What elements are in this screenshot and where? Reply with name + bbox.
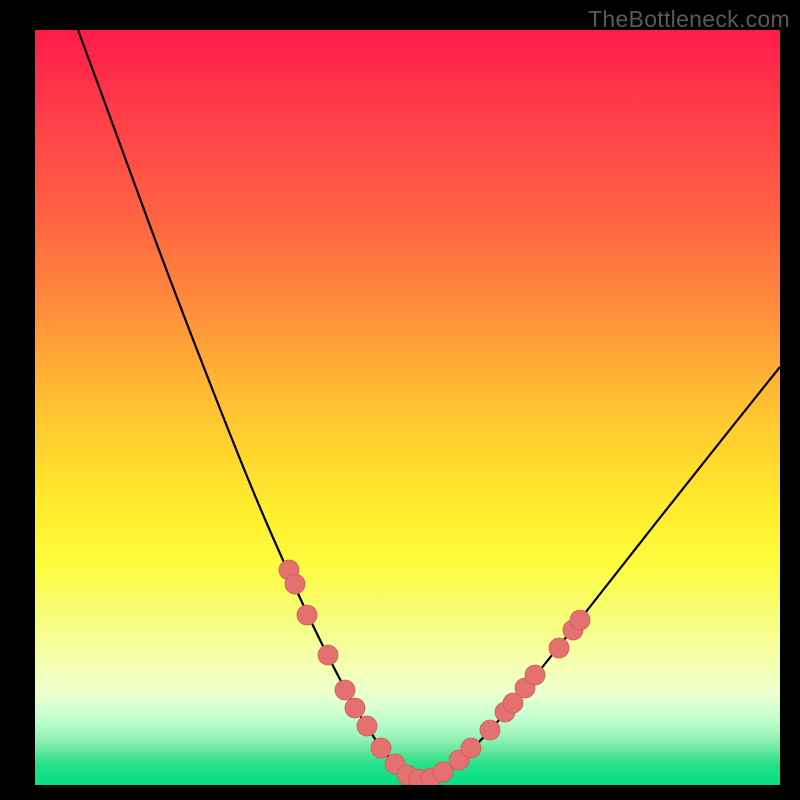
- data-marker: [285, 574, 305, 594]
- data-marker: [371, 738, 391, 758]
- right-curve: [417, 367, 780, 779]
- data-marker: [345, 698, 365, 718]
- data-marker: [480, 720, 500, 740]
- data-marker: [570, 610, 590, 630]
- data-marker: [461, 738, 481, 758]
- data-marker: [318, 645, 338, 665]
- data-marker: [335, 680, 355, 700]
- watermark-text: TheBottleneck.com: [588, 6, 790, 33]
- plot-area: [35, 30, 780, 785]
- data-marker: [549, 638, 569, 658]
- chart-frame: TheBottleneck.com: [0, 0, 800, 800]
- data-marker: [357, 716, 377, 736]
- data-marker: [297, 605, 317, 625]
- left-curve: [78, 30, 417, 779]
- curves-svg: [35, 30, 780, 785]
- data-marker: [525, 665, 545, 685]
- data-markers: [279, 560, 590, 785]
